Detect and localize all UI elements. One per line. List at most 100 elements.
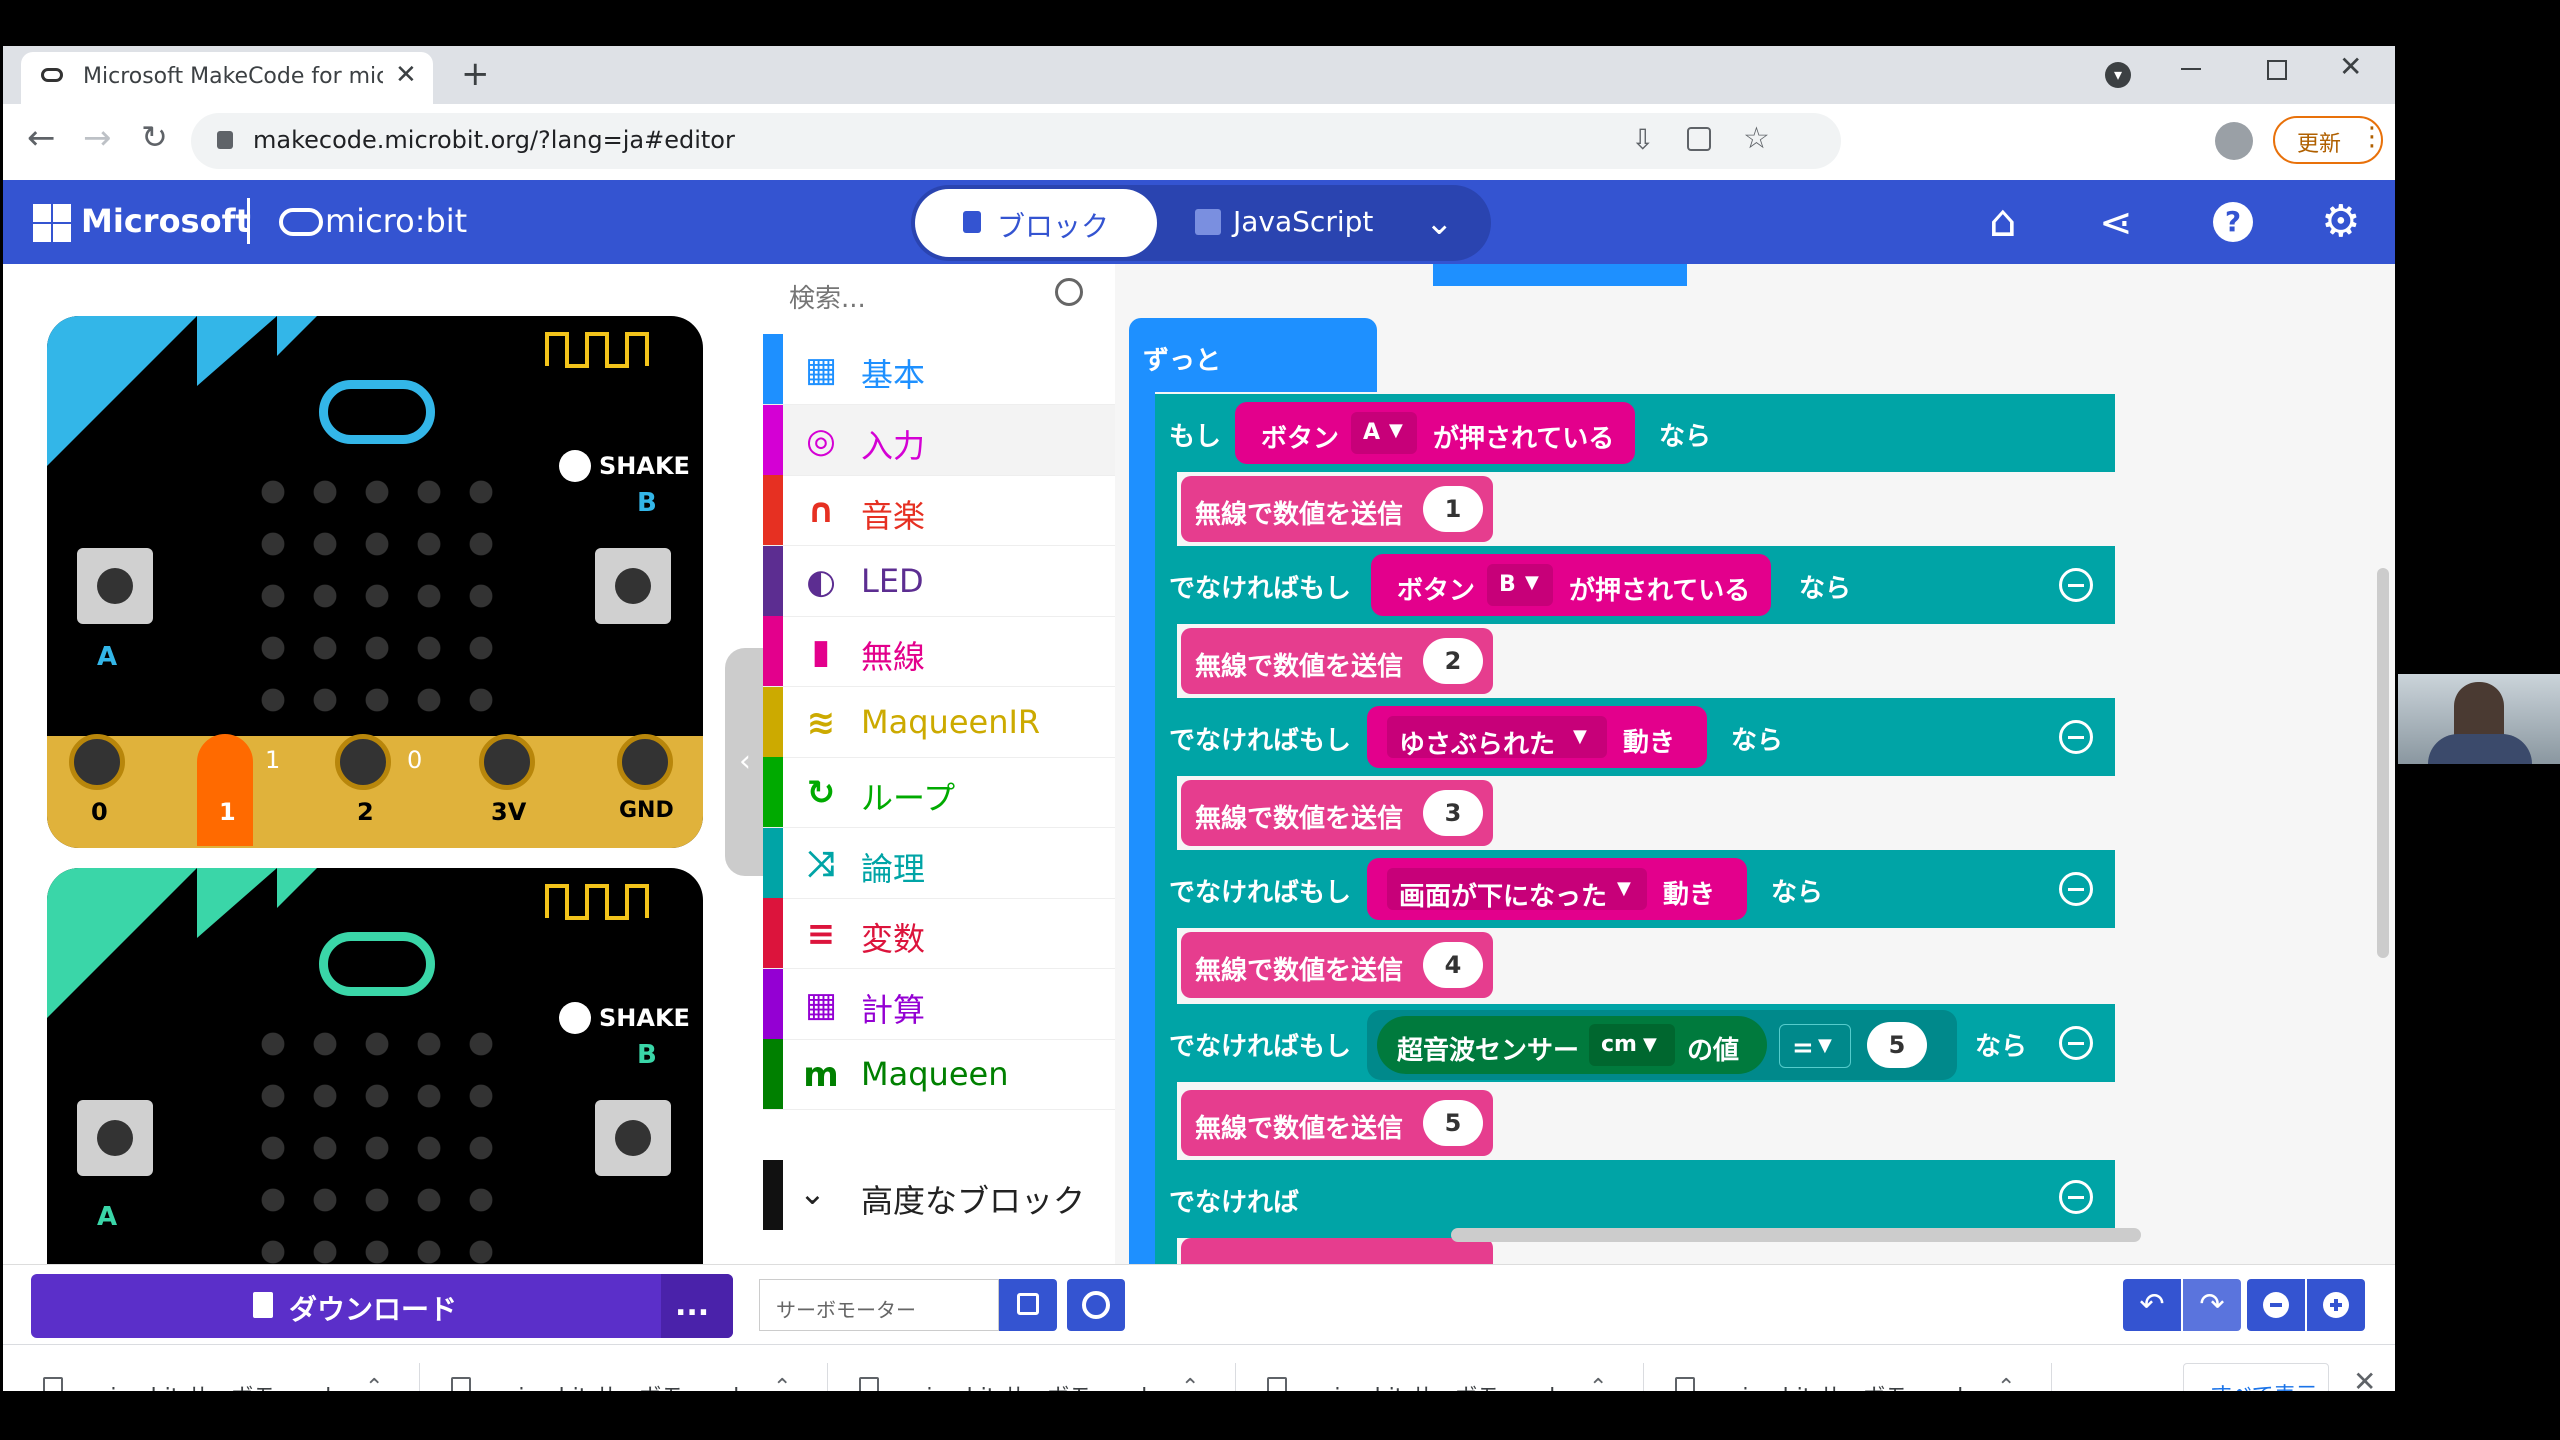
button-a[interactable] [77, 548, 153, 624]
new-tab-icon[interactable]: + [461, 54, 490, 94]
pin-gnd[interactable] [617, 734, 673, 790]
search-input[interactable] [787, 278, 1051, 320]
toolbox-category-0[interactable]: ▦ 基本 [763, 334, 1115, 405]
compare-condition[interactable]: 超音波センサー cm ▼ の値 = ▼ 5 [1367, 1010, 1957, 1080]
button-a-2[interactable] [77, 1100, 153, 1176]
omnibox[interactable]: makecode.microbit.org/?lang=ja#editor ⇩ … [191, 113, 1841, 169]
remove-branch-icon[interactable] [2059, 720, 2093, 754]
profile-avatar-icon[interactable] [2215, 122, 2253, 160]
chevron-up-icon[interactable]: ⌃ [773, 1375, 791, 1391]
window-close-icon[interactable]: ✕ [2339, 50, 2362, 83]
tab-javascript[interactable]: JavaScript [1173, 189, 1393, 257]
toolbox-category-4[interactable]: ▮ 無線 [763, 616, 1115, 687]
unit-dropdown[interactable]: cm ▼ [1589, 1024, 1675, 1066]
shake-button[interactable] [559, 450, 591, 482]
toolbox-search[interactable] [763, 264, 1115, 334]
chevron-up-icon[interactable]: ⌃ [1181, 1375, 1199, 1391]
minimize-icon[interactable] [2181, 68, 2201, 70]
show-all-downloads-button[interactable]: すべて表示 [2183, 1363, 2329, 1391]
update-button[interactable]: 更新 ⋮ [2273, 116, 2385, 164]
restore-icon[interactable] [2267, 60, 2287, 80]
share-icon[interactable]: ⋖ [2099, 200, 2133, 246]
translate-icon[interactable] [1687, 127, 1711, 151]
gesture-dropdown[interactable]: ゆさぶられた ▼ [1387, 716, 1607, 760]
bookmark-star-icon[interactable]: ☆ [1743, 121, 1770, 156]
remove-branch-icon[interactable] [2059, 568, 2093, 602]
gesture-condition[interactable]: 画面が下になった ▼ 動き [1367, 858, 1747, 920]
toolbox-category-2[interactable]: ∩ 音楽 [763, 475, 1115, 546]
button-pressed-condition[interactable]: ボタン B ▼ が押されている [1371, 554, 1771, 616]
save-icon[interactable] [999, 1279, 1057, 1331]
toolbox-category-7[interactable]: ⤨ 論理 [763, 827, 1115, 899]
home-icon[interactable]: ⌂ [1989, 196, 2017, 247]
toolbox-category-5[interactable]: ≋ MaqueenIR [763, 686, 1115, 758]
toolbox-category-9[interactable]: ▦ 計算 [763, 968, 1115, 1040]
download-more-button[interactable]: ... [661, 1274, 733, 1338]
button-b-2[interactable] [595, 1100, 671, 1176]
remove-branch-icon[interactable] [2059, 1180, 2093, 1214]
forever-block[interactable]: ずっと [1129, 318, 1377, 392]
horizontal-scrollbar[interactable] [1451, 1228, 2141, 1242]
zoom-out-icon[interactable] [2247, 1279, 2305, 1331]
tab-search-icon[interactable]: ▾ [2105, 62, 2131, 88]
browser-tab[interactable]: Microsoft MakeCode for micro:b ✕ [21, 52, 433, 104]
download-button[interactable]: ダウンロード ... [31, 1274, 733, 1338]
pin-3v[interactable] [479, 734, 535, 790]
downloads-close-icon[interactable]: ✕ [2353, 1365, 2376, 1391]
github-icon[interactable] [1067, 1279, 1125, 1331]
radio-send-number-block[interactable]: 無線で数値を送信 4 [1181, 932, 1493, 998]
shake-button-2[interactable] [559, 1002, 591, 1034]
ultrasonic-sensor-block[interactable]: 超音波センサー cm ▼ の値 [1377, 1016, 1767, 1074]
gesture-dropdown[interactable]: 画面が下になった ▼ [1387, 868, 1647, 912]
button-b[interactable] [595, 548, 671, 624]
tab-close-icon[interactable]: ✕ [395, 60, 417, 90]
else-row[interactable]: でなければ [1155, 1160, 2115, 1238]
install-icon[interactable]: ⇩ [1631, 123, 1654, 156]
toolbox-category-10[interactable]: m Maqueen [763, 1039, 1115, 1110]
download-item[interactable]: microbit-サーボモー....hex⌃ [839, 1363, 1236, 1391]
search-icon[interactable] [1055, 278, 1083, 306]
tab-blocks[interactable]: ブロック [915, 189, 1157, 257]
download-item[interactable]: microbit-サーボモー....hex⌃ [1247, 1363, 1644, 1391]
pin-1[interactable] [197, 734, 253, 846]
project-name-field[interactable]: サーボモーター [759, 1279, 999, 1331]
toolbox-category-6[interactable]: ↻ ループ [763, 757, 1115, 828]
back-icon[interactable]: ← [27, 118, 56, 158]
advanced-blocks[interactable]: ⌄ 高度なブロック [763, 1160, 1115, 1230]
operator-dropdown[interactable]: = ▼ [1779, 1024, 1851, 1068]
if-block[interactable]: もし ボタン A ▼ が押されている なら [1155, 394, 2115, 472]
download-item[interactable]: microbit-サーボモー....hex⌃ [1655, 1363, 2052, 1391]
toolbox-category-1[interactable]: ◎ 入力 [763, 404, 1115, 476]
number-input[interactable]: 2 [1423, 638, 1483, 684]
settings-gear-icon[interactable]: ⚙ [2321, 196, 2360, 247]
pin-2[interactable] [335, 734, 391, 790]
microbit-simulator-board[interactable]: SHAKE B A 0 1 2 3V GND 1 0 [47, 316, 703, 848]
zoom-in-icon[interactable] [2307, 1279, 2365, 1331]
else-if-row[interactable]: でなければもし 超音波センサー cm ▼ の値 = ▼ 5 なら [1155, 1004, 2115, 1082]
button-pressed-condition[interactable]: ボタン A ▼ が押されている [1235, 402, 1635, 464]
download-item[interactable]: microbit-サーボモー....hex⌃ [23, 1363, 420, 1391]
chevron-up-icon[interactable]: ⌃ [1997, 1375, 2015, 1391]
collapse-simulator-button[interactable]: ‹ [725, 648, 765, 876]
gesture-condition[interactable]: ゆさぶられた ▼ 動き [1367, 706, 1707, 768]
else-if-row[interactable]: でなければもし 画面が下になった ▼ 動き なら [1155, 850, 2115, 928]
number-input[interactable]: 4 [1423, 942, 1483, 988]
chevron-up-icon[interactable]: ⌃ [1589, 1375, 1607, 1391]
toolbox-category-8[interactable]: ≡ 変数 [763, 898, 1115, 969]
redo-icon[interactable]: ↷ [2183, 1279, 2241, 1331]
chevron-up-icon[interactable]: ⌃ [365, 1375, 383, 1391]
remove-branch-icon[interactable] [2059, 1026, 2093, 1060]
number-input[interactable]: 5 [1867, 1022, 1927, 1068]
pin-0[interactable] [69, 734, 125, 790]
button-b-dropdown[interactable]: B ▼ [1487, 564, 1553, 606]
help-icon[interactable]: ? [2213, 202, 2253, 242]
blocks-workspace[interactable]: ずっと もし ボタン A ▼ が押されている なら 無線で数値を送信 1 でなければ… [1115, 264, 2395, 1264]
vertical-scrollbar[interactable] [2377, 568, 2389, 958]
number-input[interactable]: 1 [1423, 486, 1483, 532]
number-input[interactable]: 3 [1423, 790, 1483, 836]
microsoft-brand[interactable]: Microsoft [81, 202, 251, 240]
microbit-brand[interactable]: micro:bit [325, 202, 467, 240]
radio-send-number-block[interactable]: 無線で数値を送信 2 [1181, 628, 1493, 694]
chevron-down-icon[interactable]: ⌄ [1425, 203, 1454, 243]
else-if-row[interactable]: でなければもし ゆさぶられた ▼ 動き なら [1155, 698, 2115, 776]
